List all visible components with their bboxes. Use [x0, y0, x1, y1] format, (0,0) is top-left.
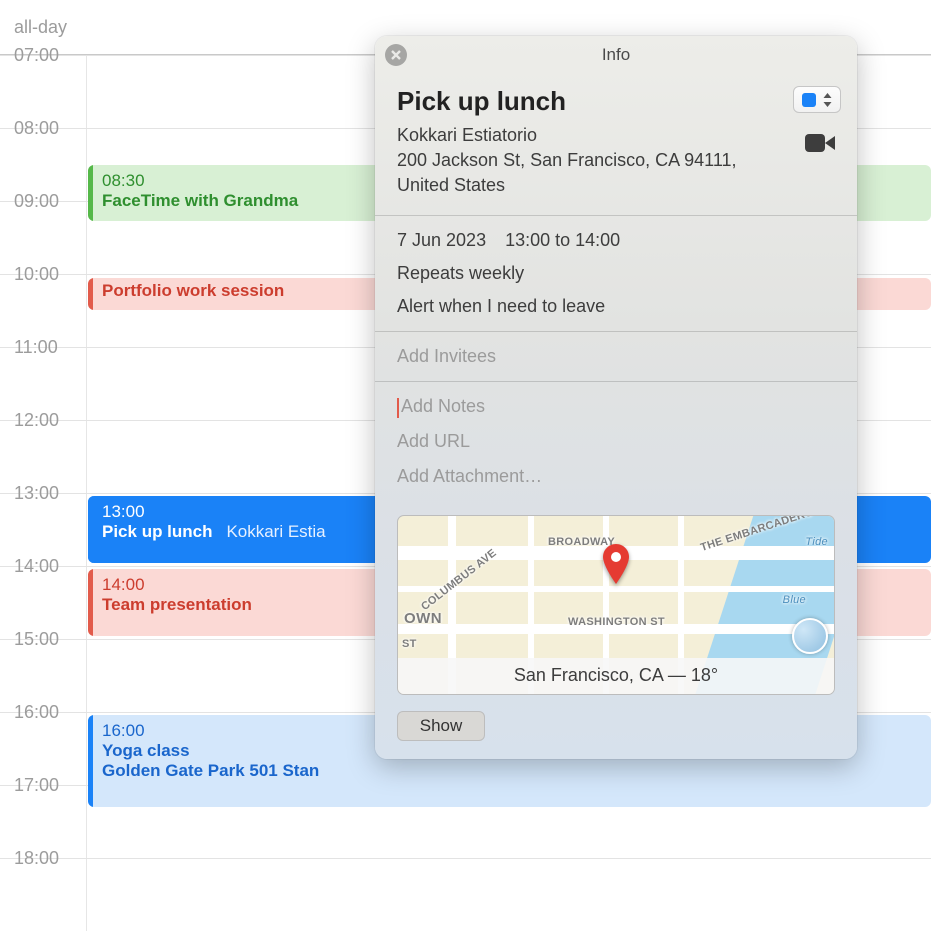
hour-label: 07:00 [14, 45, 59, 66]
event-time: 16:00 [102, 721, 145, 740]
event-color-bar [88, 278, 93, 310]
event-title: Pick up lunch [102, 522, 213, 541]
add-url-field[interactable]: Add URL [397, 431, 835, 466]
event-color-bar [88, 569, 93, 636]
hour-label: 12:00 [14, 410, 59, 431]
hour-label: 16:00 [14, 702, 59, 723]
hour-label: 11:00 [14, 337, 58, 358]
event-color-bar [88, 715, 93, 807]
hour-label: 13:00 [14, 483, 59, 504]
all-day-label: all-day [14, 17, 67, 38]
map-poi-label: Tide [805, 536, 828, 548]
event-location: Kokkari Estia [217, 522, 326, 541]
hour-label: 14:00 [14, 556, 59, 577]
event-color-bar [88, 496, 93, 563]
map-street-label: WASHINGTON ST [568, 616, 665, 628]
event-time: 08:30 [102, 171, 145, 190]
event-title: Team presentation [102, 595, 252, 614]
calendar-color-picker[interactable] [793, 86, 841, 113]
event-date: 7 Jun 2023 [397, 230, 486, 250]
map-weather-caption: San Francisco, CA — 18° [398, 658, 834, 694]
calendar-color-chip [802, 93, 816, 107]
map-flyover-badge[interactable] [792, 618, 828, 654]
event-title: Portfolio work session [102, 281, 284, 300]
popover-header: Info [375, 45, 857, 65]
alert-row[interactable]: Alert when I need to leave [397, 290, 835, 331]
hour-label: 10:00 [14, 264, 59, 285]
event-title: Yoga class [102, 741, 190, 760]
hour-label: 17:00 [14, 775, 59, 796]
video-call-icon[interactable] [805, 132, 835, 154]
event-info-popover: Info Pick up lunch Kokkari Estiatorio200… [375, 36, 857, 759]
hour-label: 09:00 [14, 191, 59, 212]
add-notes-field[interactable]: Add Notes [397, 382, 835, 431]
event-time-range: 13:00 to 14:00 [505, 230, 620, 250]
map-area-label: OWN [404, 610, 442, 627]
map-pin-icon [602, 544, 630, 589]
popover-event-title[interactable]: Pick up lunch [397, 86, 835, 117]
add-invitees-field[interactable]: Add Invitees [397, 332, 835, 381]
event-time: 14:00 [102, 575, 145, 594]
popover-event-location[interactable]: Kokkari Estiatorio200 Jackson St, San Fr… [397, 123, 777, 199]
event-location: Golden Gate Park 501 Stan [102, 761, 319, 780]
date-time-row[interactable]: 7 Jun 2023 13:00 to 14:00 [397, 216, 835, 257]
location-map[interactable]: BROADWAY COLUMBUS AVE THE EMBARCADERO WA… [397, 515, 835, 695]
add-attachment-field[interactable]: Add Attachment… [397, 466, 835, 501]
event-color-bar [88, 165, 93, 221]
hour-label: 15:00 [14, 629, 59, 650]
up-down-chevron-icon [823, 93, 832, 107]
map-poi-label: Blue [783, 594, 806, 606]
hour-label: 08:00 [14, 118, 59, 139]
event-time: 13:00 [102, 502, 145, 521]
hour-label: 18:00 [14, 848, 59, 869]
map-street-label: ST [402, 638, 417, 650]
event-title: FaceTime with Grandma [102, 191, 298, 210]
repeat-row[interactable]: Repeats weekly [397, 257, 835, 290]
show-button[interactable]: Show [397, 711, 485, 741]
